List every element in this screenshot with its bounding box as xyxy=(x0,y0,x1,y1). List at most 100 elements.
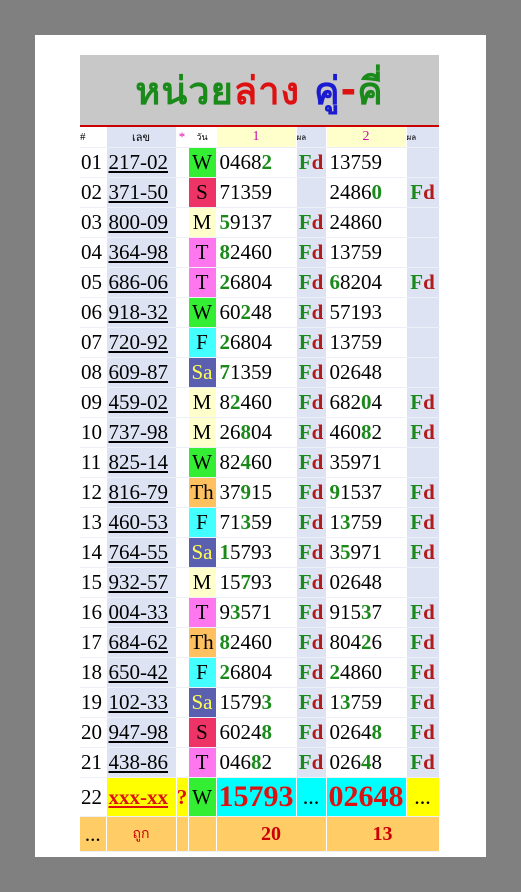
row-number-2: 02648 xyxy=(326,357,407,388)
fd-d: d xyxy=(423,750,435,774)
digit: 8 xyxy=(251,750,262,774)
row-number-1: 82460 xyxy=(216,447,297,478)
digit: 5 xyxy=(251,180,262,204)
digit: 0 xyxy=(230,300,241,324)
totals-empty xyxy=(188,816,217,852)
fd-d: d xyxy=(423,600,435,624)
digit: 5 xyxy=(361,510,372,534)
digit: 4 xyxy=(371,390,383,414)
row-day: S xyxy=(188,177,217,208)
row-code: 737-98 xyxy=(106,417,177,448)
row-number-2: 02648 xyxy=(326,717,407,748)
row-code: 371-50 xyxy=(106,177,177,208)
digit: 9 xyxy=(350,450,362,474)
row-day: Th xyxy=(188,477,217,508)
table-row: 14 764-55 Sa 15793 Fd 35971 Fd xyxy=(80,537,440,568)
digit: 5 xyxy=(251,510,262,534)
digit: 0 xyxy=(261,630,273,654)
row-result-1: Fd xyxy=(296,507,327,538)
row-index: 21 xyxy=(80,747,107,778)
table-row: 10 737-98 M 26804 Fd 46082 Fd xyxy=(80,417,440,448)
fd-d: d xyxy=(311,240,324,264)
row-result-2: Fd xyxy=(406,387,440,418)
fd-d: d xyxy=(311,150,324,174)
row-result-2 xyxy=(406,447,440,478)
digit: 3 xyxy=(340,510,351,534)
row-number-1: 71359 xyxy=(216,357,297,388)
fd-d: d xyxy=(311,270,324,294)
digit: 5 xyxy=(361,150,372,174)
row-result-2 xyxy=(406,327,440,358)
row-result-1: Fd xyxy=(296,387,327,418)
digit: 6 xyxy=(371,630,383,654)
row-code: 816-79 xyxy=(106,477,177,508)
row-day: T xyxy=(188,237,217,268)
digit: 0 xyxy=(340,630,351,654)
table-row: 20 947-98 S 60248 Fd 02648 Fd xyxy=(80,717,440,748)
header-result-2: ผล xyxy=(406,127,440,148)
title-dash: - xyxy=(340,68,358,112)
row-code: 650-42 xyxy=(106,657,177,688)
row-index: 13 xyxy=(80,507,107,538)
digit: 8 xyxy=(240,420,252,444)
row-result-2 xyxy=(406,147,440,178)
digit: 8 xyxy=(261,300,273,324)
digit: 0 xyxy=(261,390,273,414)
digit: 9 xyxy=(251,570,262,594)
fd-f: F xyxy=(410,390,424,414)
digit: 6 xyxy=(350,360,362,384)
totals-row: ... ถูก 20 13 xyxy=(80,816,440,852)
digit: 4 xyxy=(361,570,372,594)
digit: 0 xyxy=(251,420,262,444)
digit: 4 xyxy=(251,300,262,324)
row-number-1: 82460 xyxy=(216,237,297,268)
row-index: 12 xyxy=(80,477,107,508)
row-number-1: 71359 xyxy=(216,177,297,208)
row-index: 04 xyxy=(80,237,107,268)
digit: 6 xyxy=(219,300,231,324)
table-row: 08 609-87 Sa 71359 Fd 02648 xyxy=(80,357,440,388)
digit: 8 xyxy=(261,720,273,744)
row-code: 460-53 xyxy=(106,507,177,538)
fd-f: F xyxy=(298,690,312,714)
digit: 9 xyxy=(371,240,383,264)
digit: 6 xyxy=(251,450,262,474)
digit: 4 xyxy=(340,180,351,204)
digit: 2 xyxy=(240,720,252,744)
header-code: เลข xyxy=(106,127,177,148)
table-row: 13 460-53 F 71359 Fd 13759 Fd xyxy=(80,507,440,538)
digit: 9 xyxy=(371,150,383,174)
digit: 5 xyxy=(261,480,273,504)
fd-f: F xyxy=(298,270,312,294)
fd-d: d xyxy=(311,600,324,624)
row-number-1: 15793 xyxy=(216,567,297,598)
fd-d: d xyxy=(423,690,435,714)
digit: 9 xyxy=(261,360,273,384)
fd-d: d xyxy=(311,420,324,444)
table-row: 01 217-02 W 04682 Fd 13759 xyxy=(80,147,440,178)
digit: 3 xyxy=(329,540,341,564)
table-row: 04 364-98 T 82460 Fd 13759 xyxy=(80,237,440,268)
digit: 4 xyxy=(261,270,273,294)
row-result-1: Fd xyxy=(296,567,327,598)
digit: 4 xyxy=(340,210,351,234)
digit: 3 xyxy=(261,690,273,714)
title-part-4: คี่ xyxy=(357,68,384,113)
digit: 1 xyxy=(230,510,241,534)
row-star xyxy=(176,687,189,718)
digit: 4 xyxy=(240,450,252,474)
row-result-2: Fd xyxy=(406,747,440,778)
digit: 8 xyxy=(219,450,231,474)
row-result-2: Fd xyxy=(406,507,440,538)
digit: 3 xyxy=(371,300,383,324)
digit: 2 xyxy=(350,390,362,414)
row-result-1: Fd xyxy=(296,477,327,508)
row-code: 918-32 xyxy=(106,297,177,328)
row-index: 10 xyxy=(80,417,107,448)
row-result-2: Fd xyxy=(406,177,440,208)
digit: 9 xyxy=(350,540,362,564)
fd-f: F xyxy=(410,540,424,564)
digit: 5 xyxy=(340,540,351,564)
digit: 6 xyxy=(350,720,362,744)
digit: 0 xyxy=(329,360,341,384)
